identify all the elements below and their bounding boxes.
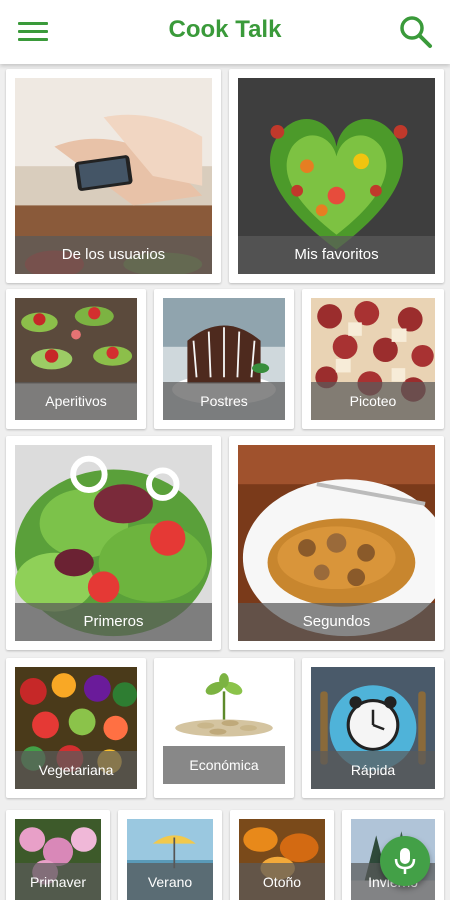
- category-label-autumn: Otoño: [239, 863, 325, 900]
- category-label-economic: Económica: [163, 746, 285, 784]
- app-bar: Cook Talk: [0, 0, 450, 64]
- microphone-icon[interactable]: [380, 836, 430, 886]
- category-card-firsts[interactable]: Primeros: [6, 436, 221, 650]
- category-card-summer[interactable]: Verano: [118, 810, 222, 900]
- category-card-spring[interactable]: Primaver: [6, 810, 110, 900]
- app-title: Cook Talk: [168, 16, 282, 43]
- category-label-snacks: Picoteo: [311, 382, 435, 420]
- category-card-quick[interactable]: Rápida: [302, 658, 444, 798]
- category-card-economic[interactable]: Económica: [154, 658, 294, 798]
- search-icon[interactable]: [396, 12, 436, 52]
- category-label-desserts: Postres: [163, 382, 285, 420]
- category-label-quick: Rápida: [311, 751, 435, 789]
- category-card-seconds[interactable]: Segundos: [229, 436, 444, 650]
- category-card-appetizers[interactable]: Aperitivos: [6, 289, 146, 429]
- category-label-spring: Primaver: [15, 863, 101, 900]
- category-label-users: De los usuarios: [15, 236, 212, 274]
- category-card-autumn[interactable]: Otoño: [230, 810, 334, 900]
- category-label-vegetarian: Vegetariana: [15, 751, 137, 789]
- category-label-favorites: Mis favoritos: [238, 236, 435, 274]
- category-label-appetizers: Aperitivos: [15, 382, 137, 420]
- category-card-users[interactable]: De los usuarios: [6, 69, 221, 283]
- category-card-vegetarian[interactable]: Vegetariana: [6, 658, 146, 798]
- category-label-seconds: Segundos: [238, 603, 435, 641]
- category-card-favorites[interactable]: Mis favoritos: [229, 69, 444, 283]
- category-card-desserts[interactable]: Postres: [154, 289, 294, 429]
- category-grid: De los usuarios Mis favoritos Aperitivos…: [0, 64, 450, 900]
- category-card-snacks[interactable]: Picoteo: [302, 289, 444, 429]
- category-label-firsts: Primeros: [15, 603, 212, 641]
- category-label-summer: Verano: [127, 863, 213, 900]
